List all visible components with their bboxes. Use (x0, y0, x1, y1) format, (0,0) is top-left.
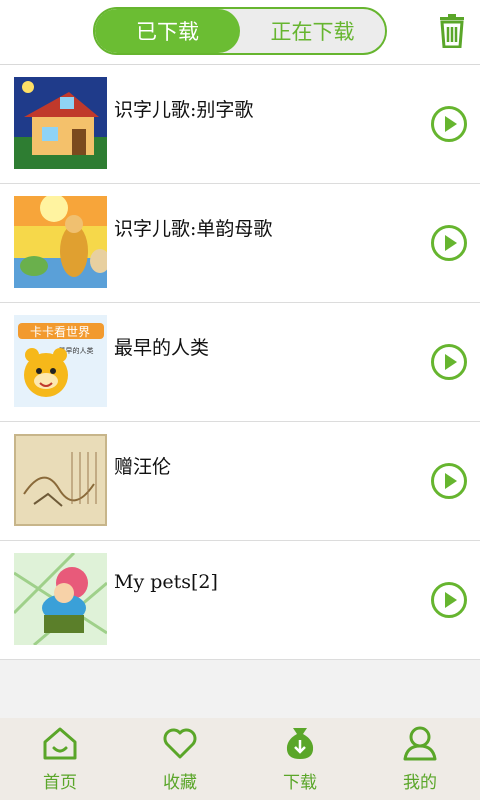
play-icon[interactable] (430, 105, 468, 143)
item-title: 识字儿歌:单韵母歌 (114, 218, 273, 240)
play-icon[interactable] (430, 581, 468, 619)
play-icon[interactable] (430, 224, 468, 262)
item-title: My pets[2] (114, 571, 218, 593)
list-item[interactable]: My pets[2] (0, 541, 480, 660)
tab-downloading[interactable]: 正在下载 (240, 9, 385, 53)
list-item[interactable]: 识字儿歌:单韵母歌 (0, 184, 480, 303)
list-item[interactable]: 识字儿歌:别字歌 (0, 65, 480, 184)
tab-downloaded[interactable]: 已下载 (95, 9, 240, 53)
downloaded-list: 识字儿歌:别字歌 识字儿歌:单韵母歌 卡卡看世界 最早的人类 最早的人类 赠汪伦… (0, 65, 480, 660)
nav-label: 我的 (403, 773, 437, 793)
list-item[interactable]: 赠汪伦 (0, 422, 480, 541)
heart-icon (163, 728, 197, 759)
person-icon (403, 726, 437, 761)
play-icon[interactable] (430, 462, 468, 500)
download-segment-control: 已下载 正在下载 (93, 7, 387, 55)
video-thumbnail (14, 77, 107, 169)
item-title: 识字儿歌:别字歌 (114, 99, 254, 121)
nav-home[interactable]: 首页 (0, 718, 120, 800)
nav-mine[interactable]: 我的 (360, 718, 480, 800)
bottom-nav: 首页 收藏 下载 我的 (0, 718, 480, 800)
top-bar: 已下载 正在下载 (0, 0, 480, 65)
nav-downloads[interactable]: 下载 (240, 718, 360, 800)
nav-label: 收藏 (163, 773, 197, 793)
item-title: 赠汪伦 (114, 456, 172, 478)
home-icon (43, 727, 77, 760)
download-bag-icon (286, 728, 314, 759)
play-icon[interactable] (430, 343, 468, 381)
video-thumbnail: 卡卡看世界 最早的人类 (14, 315, 107, 407)
thumbnail-text: 卡卡看世界 (30, 325, 90, 339)
trash-icon[interactable] (436, 14, 468, 48)
video-thumbnail (14, 434, 107, 526)
video-thumbnail (14, 553, 107, 645)
item-title: 最早的人类 (114, 337, 210, 359)
nav-favorites[interactable]: 收藏 (120, 718, 240, 800)
nav-label: 下载 (283, 773, 317, 793)
list-item[interactable]: 卡卡看世界 最早的人类 最早的人类 (0, 303, 480, 422)
video-thumbnail (14, 196, 107, 288)
nav-label: 首页 (43, 773, 77, 793)
